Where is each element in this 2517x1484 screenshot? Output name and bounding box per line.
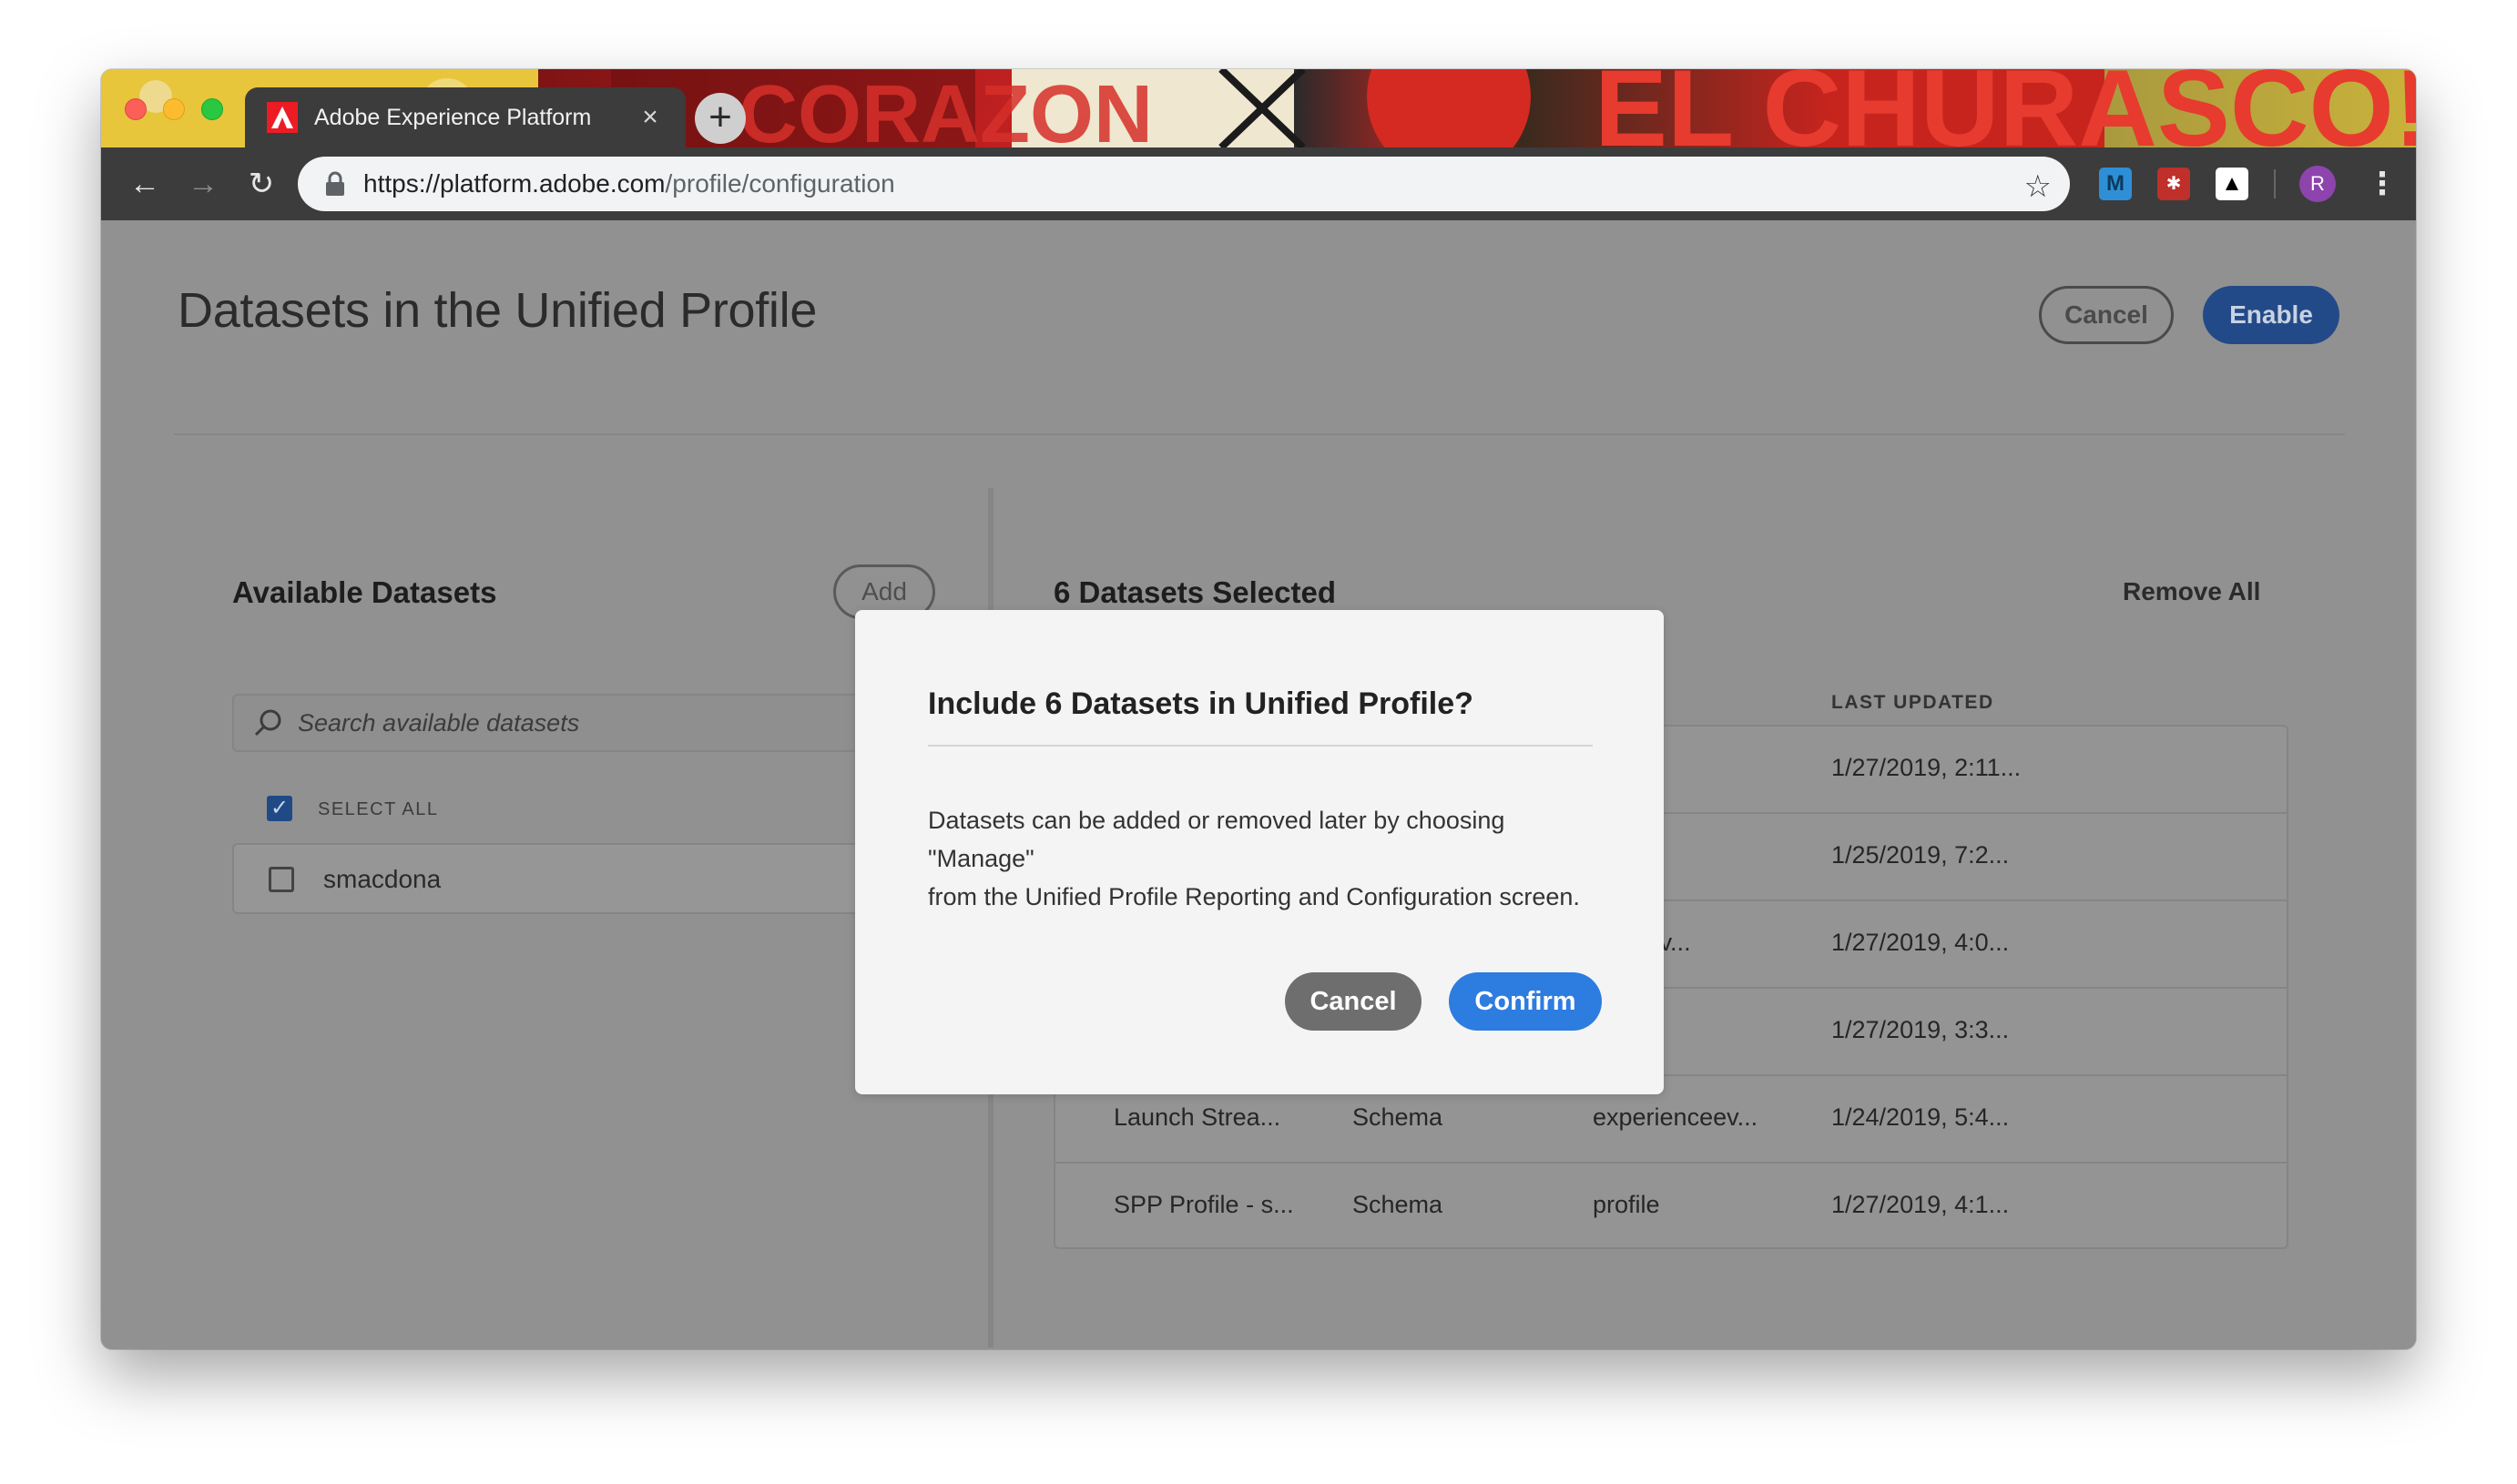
header-divider: [174, 433, 2345, 435]
select-all-label: SELECT ALL: [318, 799, 439, 819]
selected-datasets-title: 6 Datasets Selected: [1054, 575, 1337, 609]
dialog-title: Include 6 Datasets in Unified Profile?: [928, 686, 1473, 721]
toolbar-divider: [2274, 169, 2276, 198]
dialog-body: Datasets can be added or removed later b…: [928, 801, 1602, 916]
cell-last-updated: 1/27/2019, 2:11...: [1831, 754, 2022, 781]
window-zoom-button[interactable]: [201, 98, 223, 120]
available-datasets-title: Available Datasets: [232, 575, 497, 609]
extension-triangle-icon[interactable]: ▲: [2216, 168, 2248, 200]
tab-title: Adobe Experience Platform: [314, 104, 592, 130]
cell-last-updated: 1/27/2019, 4:0...: [1831, 929, 2010, 956]
dialog-body-line: from the Unified Profile Reporting and C…: [928, 883, 1580, 910]
address-bar[interactable]: https://platform.adobe.com/profile/confi…: [298, 157, 2070, 211]
cell-name: SPP Profile - s...: [1114, 1191, 1294, 1218]
browser-toolbar: ← → ↻ https://platform.adobe.com/profile…: [101, 147, 2416, 220]
extension-red-icon[interactable]: ✱: [2157, 168, 2190, 200]
dialog-confirm-button[interactable]: Confirm: [1449, 972, 1602, 1031]
header-cancel-button[interactable]: Cancel: [2039, 286, 2174, 344]
url-path: /profile/configuration: [665, 169, 895, 198]
tab-strip: CORAZON EL CHURASCO! Adobe Experience Pl…: [101, 69, 2416, 147]
browser-tab-active[interactable]: Adobe Experience Platform ×: [245, 87, 686, 147]
dialog-cancel-button[interactable]: Cancel: [1285, 972, 1422, 1031]
cell-type: Schema: [1352, 1191, 1443, 1218]
tab-close-icon[interactable]: ×: [637, 102, 664, 133]
table-row[interactable]: SPP Profile - s... Schema profile 1/27/2…: [1055, 1164, 2287, 1251]
cell-schema: experienceev...: [1593, 1103, 1758, 1131]
cell-name: Launch Strea...: [1114, 1103, 1281, 1131]
new-tab-button[interactable]: +: [695, 93, 746, 144]
cell-last-updated: 1/24/2019, 5:4...: [1831, 1103, 2010, 1131]
reload-icon[interactable]: ↻: [241, 164, 281, 204]
browser-menu-icon[interactable]: ⋮: [2367, 164, 2398, 204]
lock-icon: [326, 171, 344, 196]
page-content: Datasets in the Unified Profile Cancel E…: [101, 220, 2416, 1349]
dialog-body-line: Datasets can be added or removed later b…: [928, 807, 1505, 872]
svg-text:EL CHURASCO!: EL CHURASCO!: [1595, 69, 2416, 147]
profile-avatar[interactable]: R: [2299, 166, 2336, 202]
url-host: https://platform.adobe.com: [363, 169, 666, 198]
remove-all-link[interactable]: Remove All: [2123, 577, 2260, 606]
cell-last-updated: 1/27/2019, 4:1...: [1831, 1191, 2010, 1218]
column-header-last-updated: LAST UPDATED: [1831, 692, 1994, 713]
extension-m-icon[interactable]: M: [2099, 168, 2132, 200]
cell-last-updated: 1/25/2019, 7:2...: [1831, 841, 2010, 869]
page-title: Datasets in the Unified Profile: [178, 283, 818, 338]
cell-last-updated: 1/27/2019, 3:3...: [1831, 1016, 2010, 1043]
search-placeholder: Search available datasets: [298, 708, 580, 737]
confirm-dialog: Include 6 Datasets in Unified Profile? D…: [855, 610, 1664, 1094]
svg-text:CORAZON: CORAZON: [739, 69, 1153, 147]
back-arrow-icon[interactable]: ←: [125, 164, 165, 204]
dataset-checkbox[interactable]: [269, 867, 294, 892]
dialog-divider: [928, 745, 1593, 747]
dataset-label: smacdona: [323, 865, 442, 893]
forward-arrow-icon[interactable]: →: [183, 164, 223, 204]
search-icon: [254, 709, 281, 737]
cell-schema: profile: [1593, 1191, 1660, 1218]
bookmark-star-icon[interactable]: ☆: [2024, 168, 2052, 205]
enable-button[interactable]: Enable: [2203, 286, 2339, 344]
browser-window: CORAZON EL CHURASCO! Adobe Experience Pl…: [101, 69, 2416, 1349]
select-all-checkbox[interactable]: ✓: [267, 796, 292, 821]
cell-type: Schema: [1352, 1103, 1443, 1131]
adobe-logo-icon: [267, 102, 298, 133]
window-close-button[interactable]: [125, 98, 147, 120]
window-minimize-button[interactable]: [163, 98, 185, 120]
